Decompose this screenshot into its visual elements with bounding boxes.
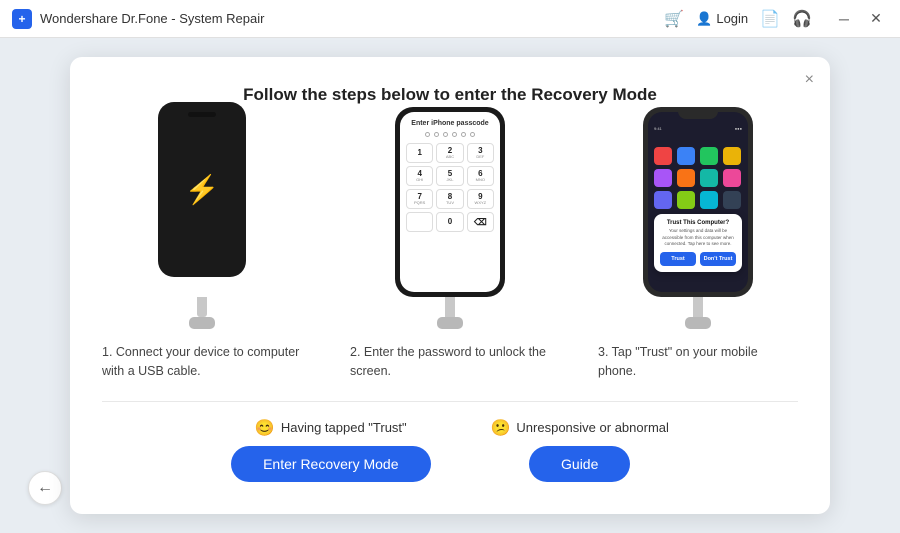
phone3-screen: 9:41 ●●● [648,112,748,292]
key-9[interactable]: 9WXYZ [467,189,494,209]
key-6[interactable]: 6MNO [467,166,494,186]
emoji-1: 😊 [255,418,275,438]
trust-dialog: Trust This Computer? Your settings and d… [654,214,742,272]
app-title: Wondershare Dr.Fone - System Repair [40,11,264,26]
step3-illustration: 9:41 ●●● [643,129,753,329]
minimize-button[interactable]: ─ [832,7,856,31]
app-icons-grid [648,133,748,213]
action-row: 😊 Having tapped "Trust" Enter Recovery M… [102,418,798,482]
phone2-screen: Enter iPhone passcode [400,112,500,292]
app-icon-5 [654,169,672,187]
step-1: ⚡ 1. Connect your device to computer wit… [102,129,302,381]
action1-text: Having tapped "Trust" [281,420,407,435]
key-0[interactable]: 0 [436,212,463,232]
action2-text: Unresponsive or abnormal [516,420,668,435]
app-icon-8 [723,169,741,187]
app-icon-4 [723,147,741,165]
login-label: Login [716,11,748,26]
app-icon-11 [700,191,718,209]
trust-button[interactable]: Trust [660,252,696,266]
app-icon-1 [654,147,672,165]
key-7[interactable]: 7PQRS [406,189,433,209]
app-icon-6 [677,169,695,187]
cart-icon[interactable]: 🛒 [664,9,684,29]
key-1[interactable]: 1 [406,143,433,163]
action-group-1: 😊 Having tapped "Trust" Enter Recovery M… [231,418,430,482]
step2-caption: 2. Enter the password to unlock the scre… [350,343,550,381]
step1-illustration: ⚡ [158,129,246,329]
dialog-close-button[interactable]: × [805,71,814,89]
login-button[interactable]: 👤 Login [696,11,748,27]
key-8[interactable]: 8TUV [436,189,463,209]
user-icon: 👤 [696,11,712,27]
section-divider [102,401,798,402]
back-button[interactable]: ← [28,471,62,505]
key-5[interactable]: 5JKL [436,166,463,186]
key-2[interactable]: 2ABC [436,143,463,163]
back-icon: ← [37,479,53,497]
app-icon-9 [654,191,672,209]
key-4[interactable]: 4GHI [406,166,433,186]
close-button[interactable]: ✕ [864,7,888,31]
dont-trust-button[interactable]: Don't Trust [700,252,736,266]
enter-recovery-mode-button[interactable]: Enter Recovery Mode [231,446,430,482]
titlebar-right: 🛒 👤 Login 📄 🎧 ─ ✕ [664,7,888,31]
guide-button[interactable]: Guide [529,446,630,482]
step-2: Enter iPhone passcode [350,129,550,381]
passcode-dots [425,132,475,137]
keypad: 1 2ABC 3DEF 4GHI 5JKL 6MNO 7PQRS 8TUV 9W… [406,143,494,232]
phone3-notch [678,107,718,119]
emoji-2: 😕 [491,418,511,438]
key-delete[interactable]: ⌫ [467,212,494,232]
step-3: 9:41 ●●● [598,129,798,381]
step1-caption: 1. Connect your device to computer with … [102,343,302,381]
recovery-mode-dialog: × Follow the steps below to enter the Re… [70,57,830,514]
main-area: ← × Follow the steps below to enter the … [0,38,900,533]
app-icon-12 [723,191,741,209]
titlebar: + Wondershare Dr.Fone - System Repair 🛒 … [0,0,900,38]
key-empty-left [406,212,433,232]
headset-icon[interactable]: 🎧 [792,9,812,29]
app-icon-3 [700,147,718,165]
window-controls: ─ ✕ [832,7,888,31]
app-logo: + [12,9,32,29]
usb-icon: ⚡ [185,173,220,206]
titlebar-left: + Wondershare Dr.Fone - System Repair [12,9,264,29]
trust-title: Trust This Computer? [660,220,736,226]
action2-label: 😕 Unresponsive or abnormal [491,418,669,438]
app-icon-7 [700,169,718,187]
key-3[interactable]: 3DEF [467,143,494,163]
phone2-graphic: Enter iPhone passcode [395,107,505,297]
trust-body: Your settings and data will be accessibl… [660,228,736,247]
app-icon-10 [677,191,695,209]
trust-buttons: Trust Don't Trust [660,252,736,266]
passcode-title: Enter iPhone passcode [411,120,488,127]
action1-label: 😊 Having tapped "Trust" [255,418,407,438]
action-group-2: 😕 Unresponsive or abnormal Guide [491,418,669,482]
phone3-graphic: 9:41 ●●● [643,107,753,297]
step2-illustration: Enter iPhone passcode [395,129,505,329]
document-icon[interactable]: 📄 [760,9,780,29]
app-icon-2 [677,147,695,165]
steps-row: ⚡ 1. Connect your device to computer wit… [102,129,798,381]
phone1-graphic: ⚡ [158,102,246,277]
step3-caption: 3. Tap "Trust" on your mobile phone. [598,343,798,381]
